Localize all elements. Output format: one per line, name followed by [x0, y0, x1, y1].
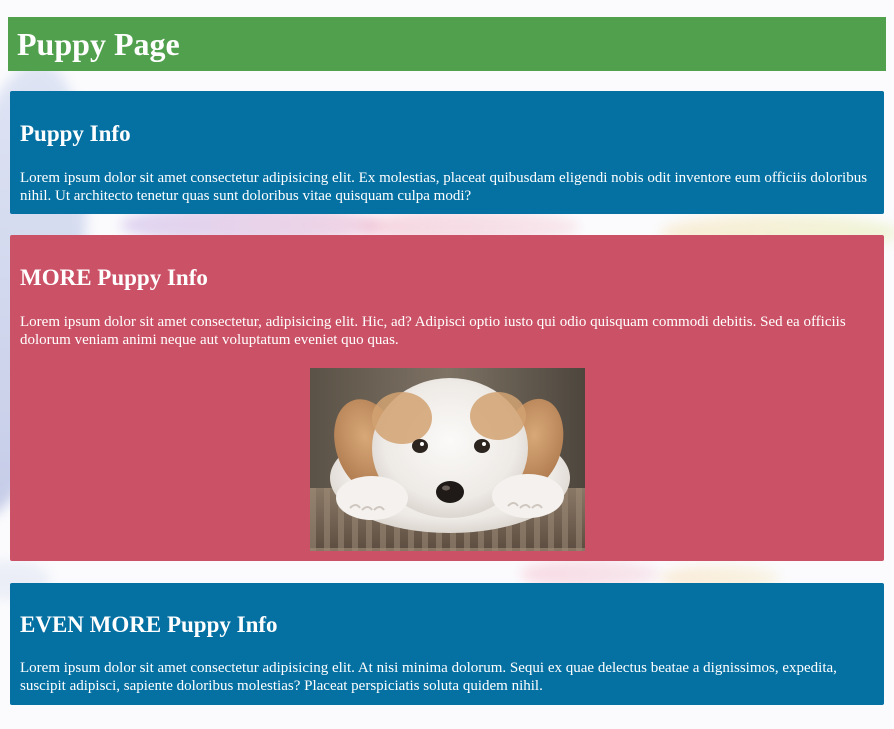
- section-title: Puppy Info: [20, 121, 131, 146]
- section-even-more-puppy-info: EVEN MORE Puppy Info Lorem ipsum dolor s…: [10, 583, 884, 705]
- page-header: Puppy Page: [8, 17, 886, 71]
- section-text: Lorem ipsum dolor sit amet consectetur, …: [20, 314, 846, 348]
- section-text: Lorem ipsum dolor sit amet consectetur a…: [20, 660, 837, 694]
- section-title: MORE Puppy Info: [20, 265, 208, 290]
- section-puppy-info: Puppy Info Lorem ipsum dolor sit amet co…: [10, 91, 884, 214]
- page-title: Puppy Page: [17, 26, 180, 62]
- puppy-photo: [310, 368, 585, 551]
- section-more-puppy-info: MORE Puppy Info Lorem ipsum dolor sit am…: [10, 235, 884, 561]
- section-title: EVEN MORE Puppy Info: [20, 612, 278, 637]
- section-text: Lorem ipsum dolor sit amet consectetur a…: [20, 170, 868, 204]
